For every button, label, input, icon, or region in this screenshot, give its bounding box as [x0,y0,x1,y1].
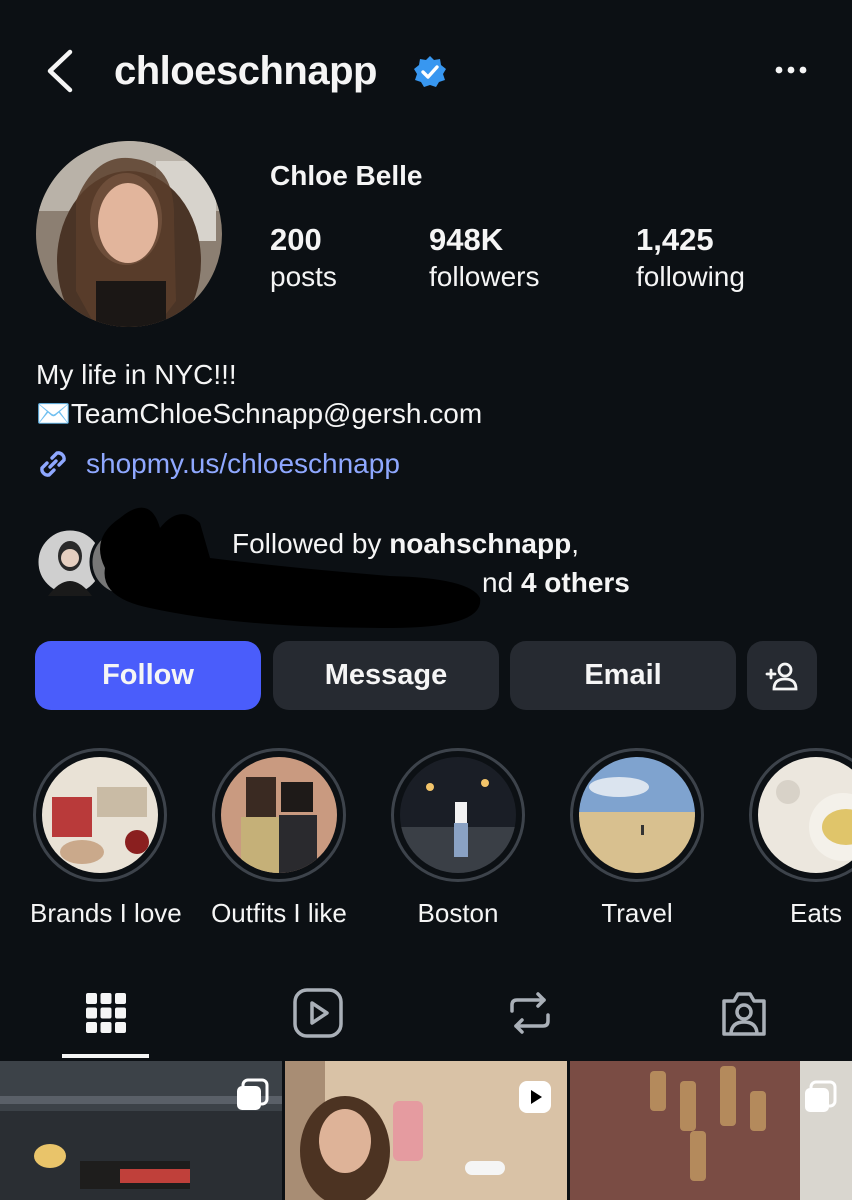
following-label: following [636,261,745,292]
highlight-thumbnail [221,757,337,873]
email-button[interactable]: Email [510,641,736,710]
more-options-icon[interactable] [770,55,812,85]
bio-line: My life in NYC!!! [36,359,237,390]
carousel-badge-icon [805,1080,837,1112]
highlight-thumbnail [579,757,695,873]
highlight-outfits[interactable]: Outfits I like [209,748,349,929]
reel-badge-icon [519,1081,551,1113]
highlight-brands[interactable]: Brands I love [30,748,182,929]
highlight-label: Eats [789,898,843,928]
followers-stat[interactable]: 948K followers [429,220,539,294]
profile-display-name: Chloe Belle [270,160,423,191]
carousel-badge-icon [237,1078,269,1110]
bio-email-line: ✉️TeamChloeSchnapp@gersh.com [36,398,483,429]
profile-username: chloeschnapp [114,49,377,93]
post-thumbnail[interactable] [0,1061,282,1200]
verified-badge-icon [414,56,446,87]
highlight-label: Outfits I like [211,898,347,928]
highlight-travel[interactable]: Travel [567,748,707,929]
following-count: 1,425 [636,222,714,257]
followed-by-others: 4 others [520,567,630,598]
message-button[interactable]: Message [273,641,499,710]
add-person-icon [765,662,798,690]
link-icon [40,451,66,477]
suggested-users-button[interactable] [747,641,817,710]
highlight-thumbnail [42,757,158,873]
active-tab-indicator [62,1054,149,1058]
profile-link-text: shopmy.us/chloeschnapp [86,448,400,479]
profile-bio: My life in NYC!!! ✉️TeamChloeSchnapp@ger… [36,355,482,433]
posts-label: posts [270,261,337,292]
highlight-eats[interactable]: Eats [746,748,852,929]
highlight-label: Boston [417,898,499,928]
post-thumbnail[interactable] [285,1061,567,1200]
highlight-boston[interactable]: Boston [388,748,528,929]
following-stat[interactable]: 1,425 following [636,220,745,294]
grid-tab-icon[interactable] [78,985,134,1041]
tagged-tab-icon[interactable] [716,985,772,1041]
posts-count: 200 [270,222,322,257]
back-chevron-icon[interactable] [40,46,84,96]
reels-tab-icon[interactable] [290,985,346,1041]
profile-link[interactable]: shopmy.us/chloeschnapp [34,444,400,484]
reposts-tab-icon[interactable] [502,985,558,1041]
follow-button[interactable]: Follow [35,641,261,710]
highlight-thumbnail [400,757,516,873]
post-thumbnail[interactable] [570,1061,852,1200]
highlight-label: Travel [601,898,673,928]
posts-stat[interactable]: 200 posts [270,220,337,294]
highlight-label: Brands I love [30,898,182,928]
highlight-thumbnail [758,757,852,873]
followers-label: followers [429,261,540,292]
profile-avatar[interactable] [36,141,222,327]
followed-by-comma: , [571,528,579,559]
followers-count: 948K [429,222,504,257]
redaction-scribble [100,507,481,628]
